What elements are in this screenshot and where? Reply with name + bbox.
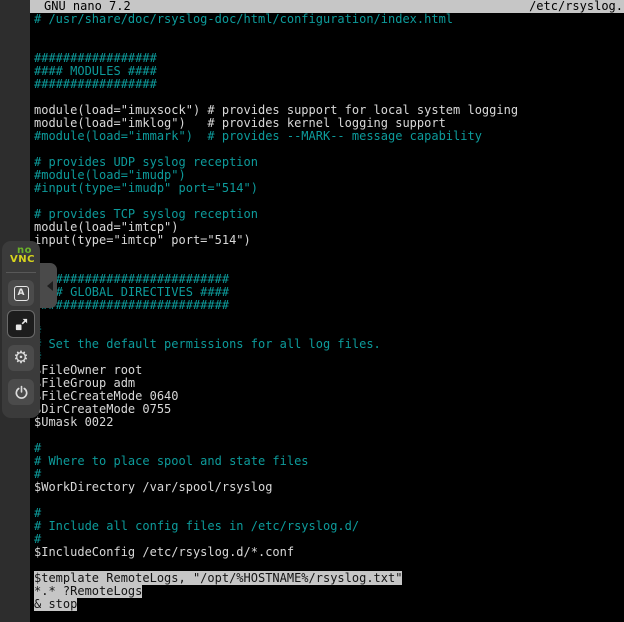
editor-line: input(type="imtcp" port="514") — [34, 234, 624, 247]
disconnect-button[interactable] — [8, 379, 34, 405]
editor-line: # Include all config files in /etc/rsysl… — [34, 520, 624, 533]
gear-icon: ⚙ — [13, 350, 28, 367]
editor-line: # Where to place spool and state files — [34, 455, 624, 468]
editor-line: $WorkDirectory /var/spool/rsyslog — [34, 481, 624, 494]
editor-line: $DirCreateMode 0755 — [34, 403, 624, 416]
control-bar-divider — [6, 272, 36, 273]
editor-line — [34, 247, 624, 260]
editor-line — [34, 494, 624, 507]
fullscreen-button[interactable] — [7, 310, 35, 338]
editor-line: ################# — [34, 78, 624, 91]
editor-line: $IncludeConfig /etc/rsyslog.d/*.conf — [34, 546, 624, 559]
novnc-logo: no VNC — [2, 246, 40, 264]
novnc-logo-vnc: VNC — [2, 255, 40, 264]
editor-line: *.* ?RemoteLogs — [34, 585, 624, 598]
editor-line: # /usr/share/doc/rsyslog-doc/html/config… — [34, 13, 624, 26]
clipboard-icon: A — [14, 286, 29, 301]
editor-line: $Umask 0022 — [34, 416, 624, 429]
editor-line: ########################### — [34, 299, 624, 312]
control-bar-handle[interactable] — [40, 263, 57, 308]
fullscreen-icon — [14, 317, 29, 332]
editor-line: & stop — [34, 598, 624, 611]
nano-filename: /etc/rsyslog. — [529, 0, 624, 13]
novnc-control-bar: no VNC A ⚙ — [2, 241, 40, 418]
editor-line — [34, 312, 624, 325]
terminal-window[interactable]: GNU nano 7.2 /etc/rsyslog. # /usr/share/… — [30, 0, 624, 622]
editor-line — [34, 429, 624, 442]
clipboard-button[interactable]: A — [8, 280, 34, 306]
power-icon — [14, 385, 29, 400]
collapse-arrow-icon — [47, 281, 53, 291]
editor-line: # Set the default permissions for all lo… — [34, 338, 624, 351]
editor-line: #input(type="imudp" port="514") — [34, 182, 624, 195]
nano-editor-content[interactable]: # /usr/share/doc/rsyslog-doc/html/config… — [30, 13, 624, 611]
editor-line — [34, 26, 624, 39]
editor-line: #module(load="immark") # provides --MARK… — [34, 130, 624, 143]
settings-button[interactable]: ⚙ — [8, 345, 34, 371]
